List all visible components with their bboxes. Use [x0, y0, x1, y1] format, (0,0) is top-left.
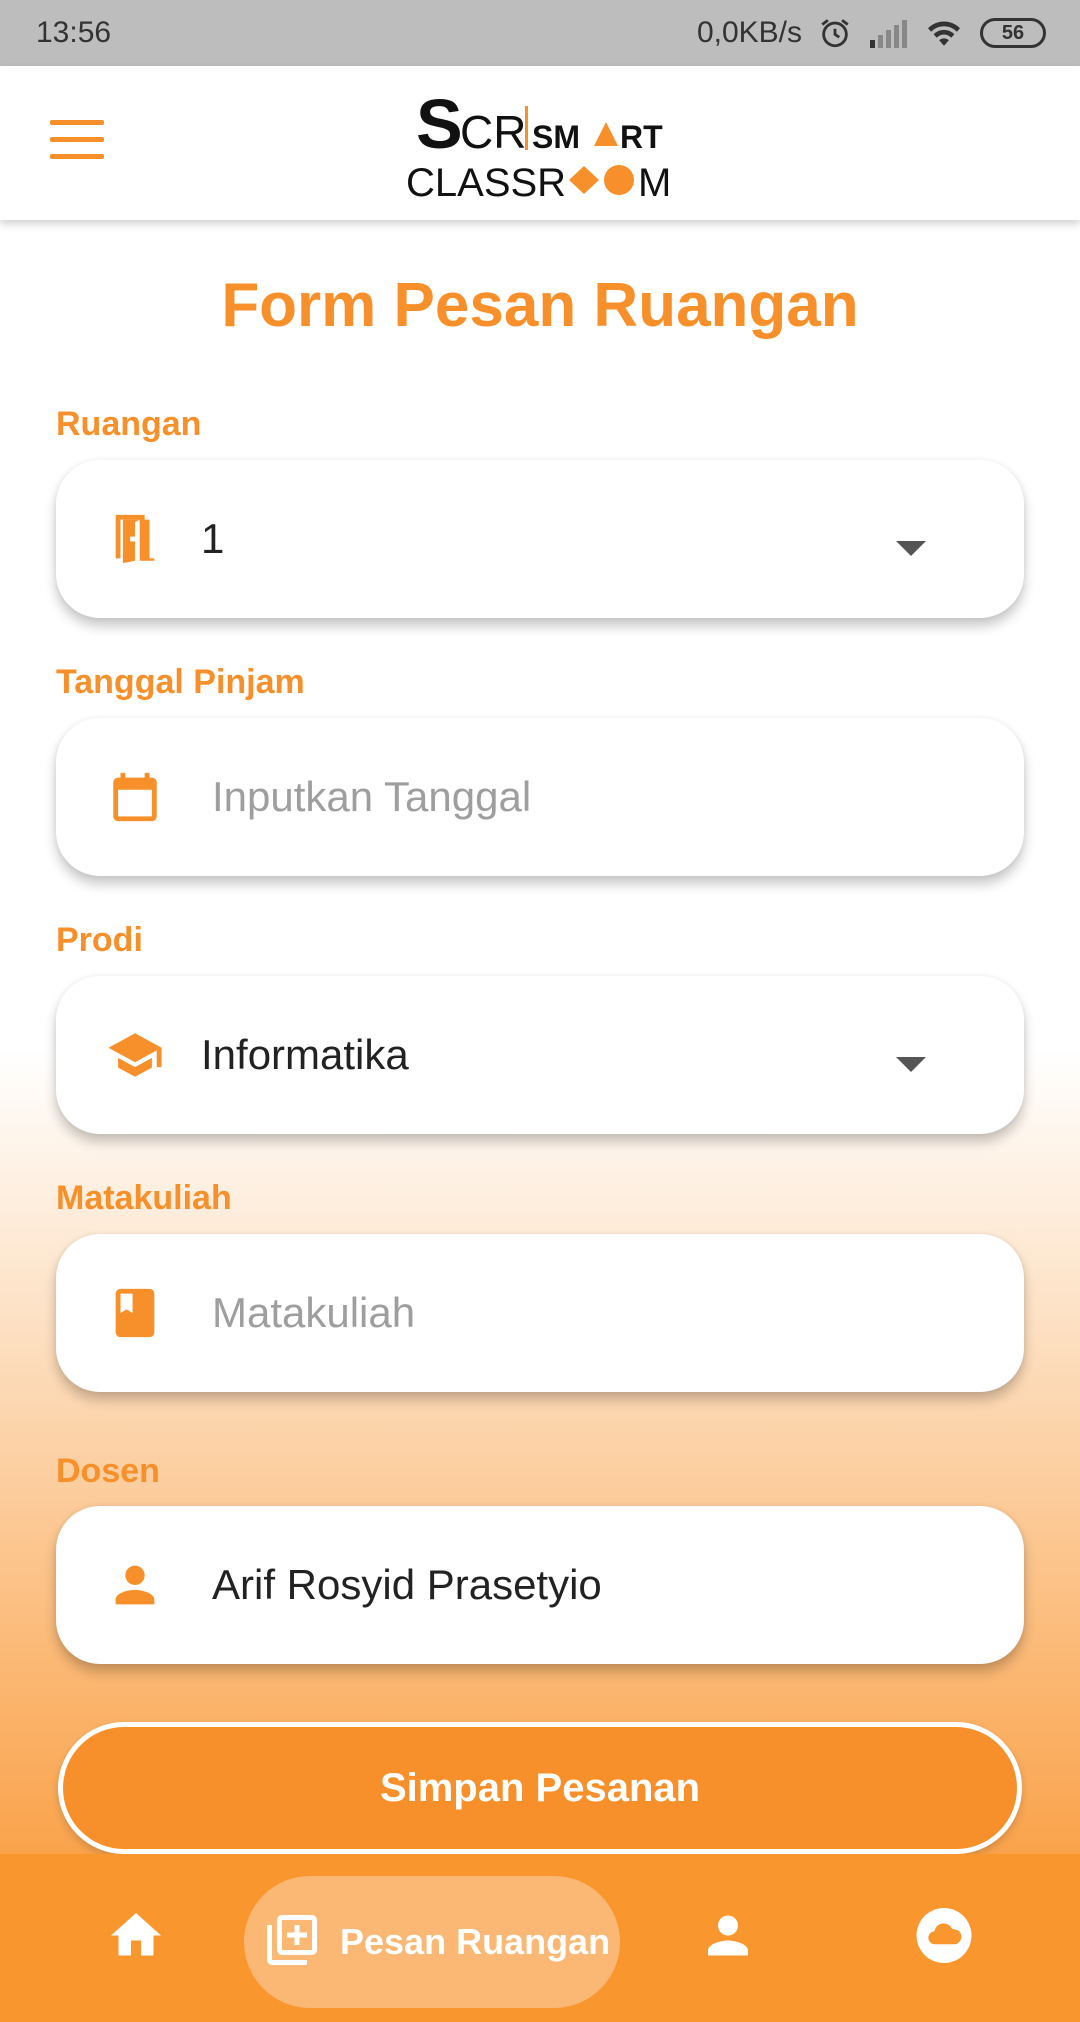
matakuliah-input[interactable]: Matakuliah [56, 1234, 1024, 1392]
chevron-down-icon [896, 1057, 926, 1072]
app-logo: S CR SM RT CLASSR M [406, 88, 671, 205]
svg-text:M: M [638, 161, 671, 205]
ruangan-label: Ruangan [56, 405, 202, 443]
nav-home-icon[interactable] [106, 1906, 166, 1971]
school-icon [106, 1026, 164, 1084]
add-library-icon [244, 1910, 322, 1975]
page-title: Form Pesan Ruangan [221, 271, 859, 340]
nav-cloud-icon[interactable] [914, 1906, 974, 1971]
menu-icon[interactable] [50, 120, 104, 160]
dosen-value: Arif Rosyid Prasetyio [212, 1561, 602, 1608]
tanggal-input[interactable]: Inputkan Tanggal [56, 718, 1024, 876]
svg-text:RT: RT [620, 119, 663, 155]
dosen-label: Dosen [56, 1452, 160, 1490]
chevron-down-icon [896, 541, 926, 556]
battery-level: 56 [1001, 21, 1025, 44]
calendar-icon [106, 768, 164, 826]
app-bar: S CR SM RT CLASSR M [0, 66, 1080, 220]
prodi-value: Informatika [201, 1031, 409, 1078]
signal-icon [868, 18, 908, 48]
prodi-dropdown[interactable]: Informatika [56, 976, 1024, 1134]
ruangan-dropdown[interactable]: 1 [56, 460, 1024, 618]
nav-pesan-ruangan[interactable]: Pesan Ruangan [244, 1876, 620, 2008]
wifi-icon [924, 17, 964, 49]
battery-icon: 56 [980, 18, 1046, 48]
alarm-icon [818, 16, 852, 50]
matakuliah-label: Matakuliah [56, 1179, 232, 1217]
svg-text:CR: CR [460, 106, 526, 158]
nav-pesan-ruangan-label: Pesan Ruangan [340, 1921, 611, 1962]
svg-text:CLASSR: CLASSR [406, 161, 566, 205]
book-icon [106, 1284, 164, 1342]
nav-profile-icon[interactable] [698, 1906, 758, 1971]
status-indicators: 0,0KB/s 56 [697, 16, 1046, 50]
ruangan-value: 1 [201, 515, 225, 562]
door-icon [106, 510, 164, 568]
network-speed: 0,0KB/s [696, 16, 802, 49]
svg-text:SM: SM [532, 119, 580, 155]
matakuliah-placeholder: Matakuliah [212, 1289, 416, 1336]
person-icon [106, 1556, 164, 1614]
prodi-label: Prodi [56, 921, 143, 959]
svg-text:S: S [416, 88, 463, 163]
save-button[interactable]: Simpan Pesanan [58, 1722, 1022, 1854]
tanggal-placeholder: Inputkan Tanggal [212, 773, 532, 820]
tanggal-label: Tanggal Pinjam [56, 663, 305, 701]
dosen-input[interactable]: Arif Rosyid Prasetyio [56, 1506, 1024, 1664]
status-time: 13:56 [36, 16, 112, 49]
status-bar: 13:56 0,0KB/s 56 [0, 0, 1080, 66]
bottom-nav: Pesan Ruangan [0, 1854, 1080, 2022]
